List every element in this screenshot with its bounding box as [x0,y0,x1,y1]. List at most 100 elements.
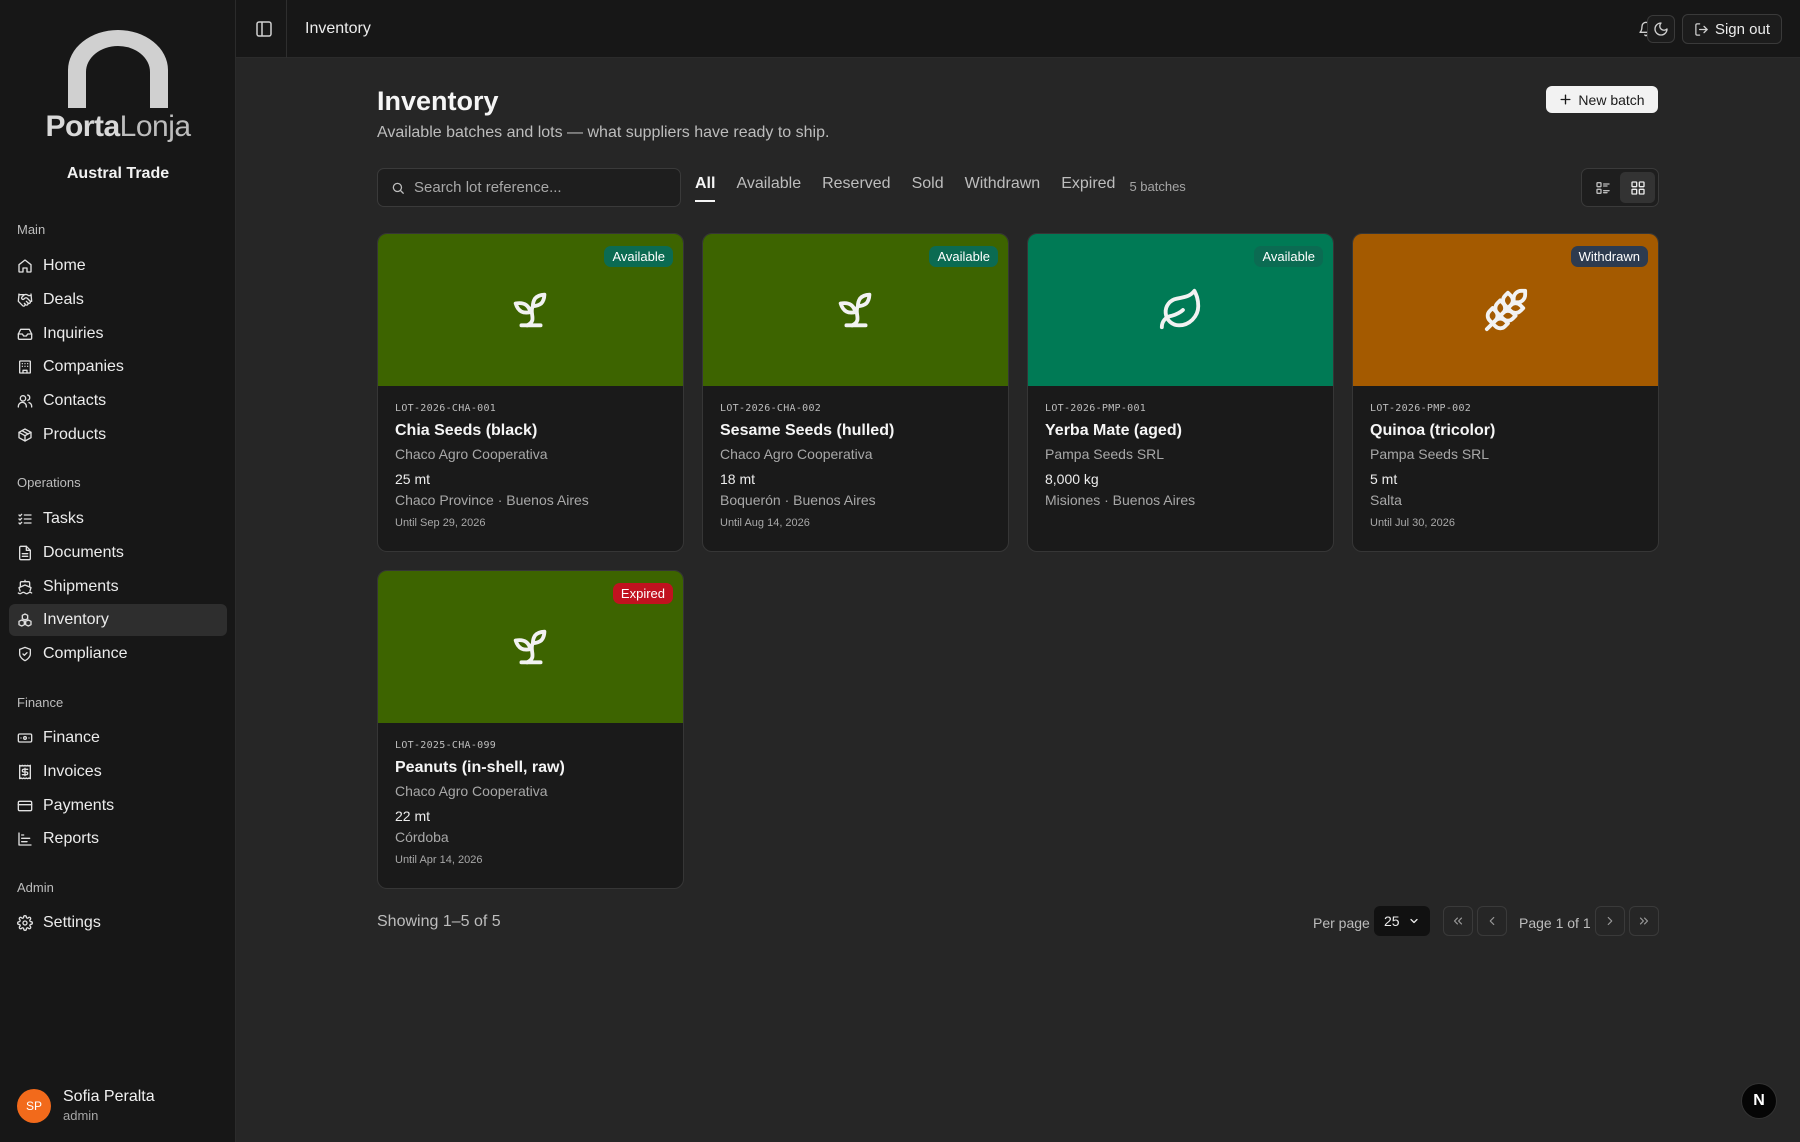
supplier-name: Chaco Agro Cooperativa [720,446,873,462]
sidebar-item-reports[interactable]: Reports [9,823,227,855]
product-name: Yerba Mate (aged) [1045,422,1182,439]
chevron-down-icon [1410,918,1418,924]
last-page-button[interactable] [1629,906,1659,936]
grid-view-button[interactable] [1620,172,1655,203]
valid-until: Until Aug 14, 2026 [720,517,810,529]
panel-left-icon [256,21,272,37]
tab-withdrawn[interactable]: Withdrawn [965,175,1041,203]
new-batch-button[interactable]: New batch [1546,86,1658,113]
sidebar-item-deals[interactable]: Deals [9,284,227,316]
sidebar-item-label: Inquiries [43,324,104,342]
sign-out-button[interactable]: Sign out [1681,14,1782,44]
leaf-icon [1159,288,1200,330]
sidebar-item-home[interactable]: Home [9,250,227,282]
batch-card[interactable]: Available LOT-2026-CHA-002 Sesame Seeds … [702,233,1009,552]
nav-group-title: Operations [17,475,81,490]
search-input[interactable] [414,179,664,196]
users-icon [17,394,33,408]
brand-logo[interactable]: PortaLonja [0,28,236,144]
previous-page-button[interactable] [1477,906,1507,936]
sidebar-item-inventory[interactable]: Inventory [9,604,227,637]
ship-icon [17,579,33,594]
nav-group-title: Admin [17,880,54,895]
bar-chart-icon [18,832,32,847]
header-divider [286,0,287,58]
inbox-icon [17,328,33,340]
credit-card-icon [17,800,33,811]
sidebar-item-tasks[interactable]: Tasks [9,503,227,535]
moon-icon [1654,22,1668,36]
wheat-icon [1484,288,1527,332]
handshake-icon [17,293,33,307]
sidebar-item-invoices[interactable]: Invoices [9,756,227,788]
organization-name: Austral Trade [66,165,170,182]
sidebar-item-documents[interactable]: Documents [9,537,227,569]
sidebar-item-label: Companies [43,358,124,376]
arch-logo-icon [68,30,168,108]
first-page-button[interactable] [1443,906,1473,936]
sidebar-item-label: Tasks [43,510,84,527]
tab-all[interactable]: All [695,175,716,203]
user-profile[interactable]: SP Sofia Peralta admin [17,1088,155,1123]
dev-tools-badge[interactable]: N [1742,1084,1776,1118]
sidebar-item-contacts[interactable]: Contacts [9,385,227,417]
supplier-name: Chaco Agro Cooperativa [395,783,548,799]
sidebar-item-compliance[interactable]: Compliance [9,638,227,670]
sidebar-item-label: Payments [43,796,115,814]
search-icon [392,182,404,194]
sidebar-item-settings[interactable]: Settings [9,907,227,939]
sidebar-item-payments[interactable]: Payments [9,790,227,822]
sidebar-item-finance[interactable]: Finance [9,722,227,754]
sidebar-item-label: Shipments [43,577,119,595]
sidebar-item-label: Home [43,257,86,274]
tab-reserved[interactable]: Reserved [822,175,890,203]
top-header: Inventory Sign out [236,0,1800,58]
tab-available[interactable]: Available [736,175,801,203]
building-icon [19,360,31,375]
list-view-icon [1595,181,1610,194]
location: Boquerón · Buenos Aires [720,492,876,508]
package-icon [18,428,32,442]
sidebar-item-shipments[interactable]: Shipments [9,571,227,603]
sidebar: PortaLonja Austral Trade Main Home Deals In… [0,0,236,1142]
valid-until: Until Jul 30, 2026 [1370,517,1455,529]
lot-reference: LOT-2026-PMP-001 [1045,403,1147,414]
page-title: Inventory [377,86,499,116]
batch-card[interactable]: Expired LOT-2025-CHA-099 Peanuts (in-she… [377,570,684,889]
batch-card[interactable]: Withdrawn LOT-2026-PMP-002 Quinoa (trico… [1352,233,1659,552]
sidebar-item-label: Deals [43,290,84,308]
list-view-button[interactable] [1585,172,1620,203]
sidebar-item-inquiries[interactable]: Inquiries [9,318,227,350]
tab-expired[interactable]: Expired [1061,175,1115,203]
sidebar-item-label: Finance [43,729,100,746]
theme-toggle-button[interactable] [1647,15,1675,43]
sidebar-item-companies[interactable]: Companies [9,351,227,383]
user-name: Sofia Peralta [63,1088,155,1105]
location: Salta [1370,492,1402,508]
sidebar-toggle-button[interactable] [254,19,274,39]
receipt-icon [19,764,31,780]
batch-card-image: Available [1028,234,1333,386]
lot-reference: LOT-2026-CHA-001 [395,403,497,414]
valid-until: Until Apr 14, 2026 [395,854,483,866]
page-subtitle: Available batches and lots — what suppli… [377,124,830,141]
batch-card[interactable]: Available LOT-2026-CHA-001 Chia Seeds (b… [377,233,684,552]
product-name: Sesame Seeds (hulled) [720,422,895,439]
sidebar-item-label: Products [43,426,107,443]
quantity: 25 mt [395,471,431,487]
batch-card-image: Available [703,234,1008,386]
log-out-icon [1695,22,1708,36]
batch-card-image: Expired [378,571,683,723]
sidebar-item-products[interactable]: Products [9,419,227,451]
per-page-select[interactable]: 25 [1374,906,1430,936]
status-badge: Available [1254,246,1323,267]
location: Misiones · Buenos Aires [1045,492,1196,508]
next-page-button[interactable] [1595,906,1625,936]
status-badge: Expired [612,583,673,604]
sprout-icon [513,292,546,328]
nav-group-title: Main [17,222,46,237]
search-box [377,168,681,207]
tab-sold[interactable]: Sold [912,175,944,203]
batch-card[interactable]: Available LOT-2026-PMP-001 Yerba Mate (a… [1027,233,1334,552]
nav-group-title: Finance [17,695,64,710]
